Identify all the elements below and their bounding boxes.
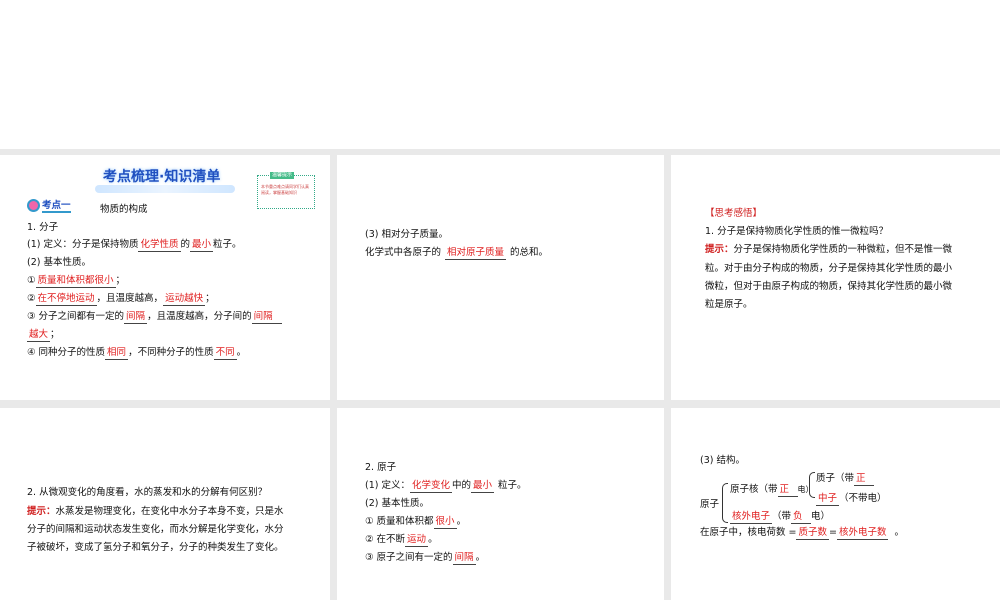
atom-brace xyxy=(722,483,728,523)
section-heading: 【思考感悟】 xyxy=(705,208,763,219)
note-text: 本节重点难点请同学们认真阅读，掌握基础知识 xyxy=(261,184,309,195)
line: ③ 分子之间都有一定的 间隔 ，且温度越高，分子间的 间隔 xyxy=(27,310,282,324)
line: ② 在不断 运动。 xyxy=(365,534,438,547)
line: 1. 分子 xyxy=(27,222,59,233)
slide-1[interactable]: 考点梳理·知识清单 本节重点难点请同学们认真阅读，掌握基础知识 温馨提示 考点一… xyxy=(0,155,330,400)
top-blank-area xyxy=(0,0,1000,149)
line: (2) 基本性质。 xyxy=(27,257,91,268)
question: 2. 从微观变化的角度看，水的蒸发和水的分解有何区别？ xyxy=(27,487,268,498)
line: ③ 原子之间有一定的 间隔。 xyxy=(365,552,486,565)
line: (3) 相对分子质量。 xyxy=(365,229,448,240)
line: ① 质量和体积都很小； xyxy=(27,275,126,288)
slide-title: 考点梳理·知识清单 xyxy=(103,169,221,185)
slide-5[interactable]: 2. 原子 (1) 定义： 化学变化 中的 最小 粒子。 (2) 基本性质。 ① 质量和… xyxy=(337,408,664,600)
reminder-note: 本节重点难点请同学们认真阅读，掌握基础知识 xyxy=(257,175,315,209)
slide-3[interactable]: 【思考感悟】 1. 分子是保持物质化学性质的惟一微粒吗？ 提示：分子是保持物质化… xyxy=(671,155,1000,400)
electron-line: 核外电子 （带负电） xyxy=(730,511,831,524)
line: 越大； xyxy=(27,329,60,342)
slide-2[interactable]: (3) 相对分子质量。 化学式中各原子的 相对原子质量 的总和。 xyxy=(337,155,664,400)
line: (1) 定义：分子是保持物质 化学性质的最小 粒子。 xyxy=(27,239,242,252)
nucleus-line: 原子核（带正电） xyxy=(730,484,814,497)
line: ① 质量和体积都 很小。 xyxy=(365,516,467,529)
answer-line: 粒是原子。 xyxy=(705,299,753,310)
topic-label: 物质的构成 xyxy=(100,204,148,215)
neutron-line: 中子 （不带电） xyxy=(816,493,887,506)
line: (1) 定义： 化学变化 中的 最小 粒子。 xyxy=(365,480,527,493)
line: (3) 结构。 xyxy=(700,455,745,466)
answer-line: 提示：分子是保持物质化学性质的一种微粒，但不是惟一微 xyxy=(705,244,953,255)
badge-label: 考点一 xyxy=(42,197,71,213)
line: ② 在不停地运动 ，且温度越高， 运动越快； xyxy=(27,293,215,306)
line: 化学式中各原子的 相对原子质量 的总和。 xyxy=(365,247,549,260)
slide-4[interactable]: 2. 从微观变化的角度看，水的蒸发和水的分解有何区别？ 提示：水蒸发是物理变化，… xyxy=(0,408,330,600)
line: ④ 同种分子的性质 相同 ，不同种分子的性质 不同。 xyxy=(27,347,247,360)
answer-line: 提示：水蒸发是物理变化，在变化中水分子本身不变，只是水 xyxy=(27,506,284,517)
line: 2. 原子 xyxy=(365,462,397,473)
equation-line: 在原子中，核电荷数 = 质子数 = 核外电子数。 xyxy=(700,527,904,540)
answer-line: 子被破坏，变成了氢分子和氧分子，分子的种类发生了变化。 xyxy=(27,542,284,553)
question: 1. 分子是保持物质化学性质的惟一微粒吗？ xyxy=(705,226,889,237)
answer-line: 微粒，但对于由原子构成的物质，保持其化学性质的最小微 xyxy=(705,281,953,292)
answer-line: 粒。对于由分子构成的物质，分子是保持其化学性质的最小 xyxy=(705,263,953,274)
line: (2) 基本性质。 xyxy=(365,498,429,509)
note-header: 温馨提示 xyxy=(270,172,295,179)
nucleus-brace xyxy=(809,472,815,498)
title-cloud-decoration xyxy=(95,185,235,193)
answer-line: 分子的间隔和运动状态发生变化，而水分解是化学变化，水分 xyxy=(27,524,284,535)
topic-badge: 考点一 xyxy=(27,197,71,213)
book-icon xyxy=(27,198,40,212)
atom-label: 原子 xyxy=(700,499,720,510)
proton-line: 质子（带正 xyxy=(816,472,875,486)
slide-6[interactable]: (3) 结构。 原子 原子核（带正电） 质子（带正 中子 （不带电） 核外电子 （带… xyxy=(671,408,1000,600)
